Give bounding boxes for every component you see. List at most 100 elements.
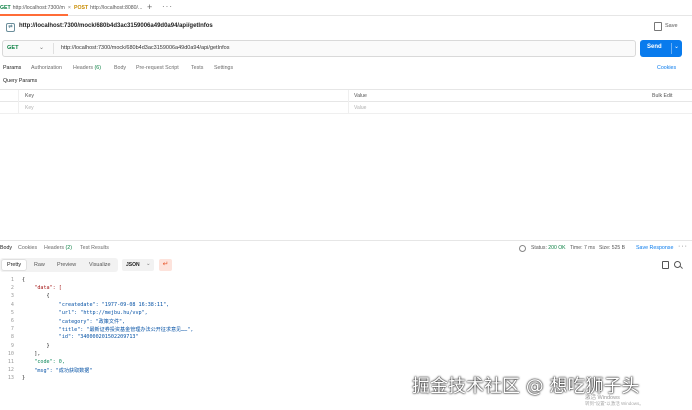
code-line: 9 } <box>0 343 692 351</box>
code-line: 10 ], <box>0 351 692 359</box>
more-options-icon[interactable]: ··· <box>678 243 688 250</box>
response-tab-body[interactable]: Body <box>0 245 12 251</box>
code-text: "title": "最新证券投资基金管理办法公开征求意见……", <box>22 327 194 334</box>
tab-settings[interactable]: Settings <box>214 65 233 71</box>
tab-label: Headers <box>73 65 94 71</box>
search-icon[interactable] <box>674 261 681 268</box>
line-number: 2 <box>10 285 14 292</box>
tab-method-label: POST <box>74 5 89 11</box>
pretty-button[interactable]: Pretty <box>2 260 27 270</box>
code-line: 8 "id": "340000201502209713" <box>0 334 692 342</box>
save-icon[interactable] <box>654 22 662 31</box>
divider <box>671 43 672 54</box>
headers-count: (6) <box>94 65 101 71</box>
send-button-label: Send <box>647 44 662 50</box>
globe-icon[interactable] <box>519 245 526 252</box>
close-tab-icon[interactable]: × <box>68 5 71 11</box>
tab-headers[interactable]: Headers (6) <box>73 65 101 71</box>
code-line: 1{ <box>0 277 692 285</box>
code-line: 6 "category": "政策文件", <box>0 318 692 326</box>
table-header: Key Value Bulk Edit <box>0 90 692 102</box>
line-number: 12 <box>7 367 14 374</box>
headers-count: (2) <box>65 245 72 251</box>
raw-button[interactable]: Raw <box>29 260 50 270</box>
copy-icon[interactable] <box>662 261 669 269</box>
tab-label: Headers <box>44 245 65 251</box>
code-text: "id": "340000201502209713" <box>22 334 139 341</box>
code-line: 3 { <box>0 293 692 301</box>
response-tab-headers[interactable]: Headers (2) <box>44 245 72 251</box>
divider <box>348 90 349 114</box>
url-bar: GET ⌄ http://localhost:7300/mock/680b4d3… <box>2 40 636 57</box>
response-toolbar: Pretty Raw Preview Visualize JSON ⌄ ↵ <box>0 258 692 272</box>
activate-windows-text: 激活 Windows <box>585 395 620 401</box>
save-response-button[interactable]: Save Response <box>636 245 673 251</box>
chevron-down-icon: ⌄ <box>146 261 151 267</box>
code-text: { <box>22 277 26 283</box>
response-body-code[interactable]: 1{ 2 "data": [ 3 { 4 "createdate": "1977… <box>0 277 692 381</box>
tab-authorization[interactable]: Authorization <box>31 65 62 71</box>
line-number: 6 <box>10 318 14 324</box>
code-text: ], <box>22 350 41 357</box>
chevron-down-icon[interactable]: ⌄ <box>674 43 679 50</box>
tab-prerequest-script[interactable]: Pre-request Script <box>136 65 179 71</box>
status-code: Status: 200 OK <box>531 245 566 251</box>
value-input[interactable]: Value <box>354 105 366 111</box>
code-text: "createdate": "1977-09-08 16:38:11", <box>22 301 170 308</box>
code-text: "category": "政策文件", <box>22 319 126 325</box>
line-number: 10 <box>7 350 14 357</box>
response-time: Time: 7 ms <box>570 245 595 251</box>
request-title[interactable]: http://localhost:7300/mock/680b4d3ac3159… <box>19 23 213 29</box>
code-text: { <box>22 293 50 300</box>
format-select[interactable]: JSON ⌄ <box>122 259 154 271</box>
tab-method-label: GET <box>0 5 11 11</box>
request-tab-post[interactable]: POST http://localhost:8080/... <box>74 3 142 14</box>
activate-windows-hint: 转到"设置"以激活 Windows。 <box>585 401 644 406</box>
line-number: 5 <box>10 309 14 316</box>
chevron-down-icon[interactable]: ⌄ <box>39 44 44 51</box>
code-text: "msg": "成功获取数据" <box>22 368 93 375</box>
code-text: "data": [ <box>22 285 62 292</box>
code-line: 7 "title": "最新证券投资基金管理办法公开征求意见……", <box>0 326 692 334</box>
response-header: Body Cookies Headers (2) Test Results St… <box>0 240 692 254</box>
new-tab-button[interactable]: + <box>147 2 152 12</box>
send-button[interactable]: Send ⌄ <box>640 40 682 57</box>
code-text: "url": "http://mejbu.hu/vvp", <box>22 309 148 316</box>
code-line: 11 "code": 0, <box>0 359 692 367</box>
tab-params[interactable]: Params <box>3 65 21 71</box>
save-button[interactable]: Save <box>665 23 678 29</box>
tab-tests[interactable]: Tests <box>191 65 203 71</box>
code-text: } <box>22 375 26 382</box>
response-tab-test-results[interactable]: Test Results <box>80 245 109 251</box>
column-value: Value <box>354 93 367 99</box>
request-tabs: Params Authorization Headers (6) Body Pr… <box>0 63 692 75</box>
visualize-button[interactable]: Visualize <box>84 260 115 270</box>
code-line: 5 "url": "http://mejbu.hu/vvp", <box>0 310 692 318</box>
query-params-label: Query Params <box>3 78 38 84</box>
table-row: Key Value <box>0 102 692 114</box>
line-number: 1 <box>10 277 14 283</box>
line-number: 4 <box>10 301 14 308</box>
code-text: "code": 0, <box>22 359 65 365</box>
tab-body[interactable]: Body <box>114 65 126 71</box>
wrap-lines-icon[interactable]: ↵ <box>159 259 172 271</box>
bulk-edit-link[interactable]: Bulk Edit <box>652 93 672 99</box>
response-size: Size: 525 B <box>599 245 626 251</box>
method-select[interactable]: GET <box>7 45 19 51</box>
url-input[interactable]: http://localhost:7300/mock/680b4d3ac3159… <box>61 45 230 51</box>
format-value: JSON <box>126 262 140 268</box>
code-text: } <box>22 342 50 349</box>
more-tabs-icon[interactable]: ··· <box>162 2 173 11</box>
http-request-icon: ⇄ <box>6 23 15 32</box>
line-number: 9 <box>10 342 14 349</box>
query-params-table: Key Value Bulk Edit Key Value <box>0 89 692 115</box>
response-tab-cookies[interactable]: Cookies <box>18 245 37 251</box>
request-tab-get[interactable]: GET http://localhost:7300/m × <box>0 3 71 14</box>
cookies-link[interactable]: Cookies <box>657 65 676 71</box>
line-number: 8 <box>10 334 14 341</box>
preview-button[interactable]: Preview <box>52 260 81 270</box>
divider <box>53 43 54 54</box>
key-input[interactable]: Key <box>25 105 34 111</box>
status-value: 200 OK <box>548 245 566 251</box>
request-title-row: ⇄ http://localhost:7300/mock/680b4d3ac31… <box>0 18 692 38</box>
